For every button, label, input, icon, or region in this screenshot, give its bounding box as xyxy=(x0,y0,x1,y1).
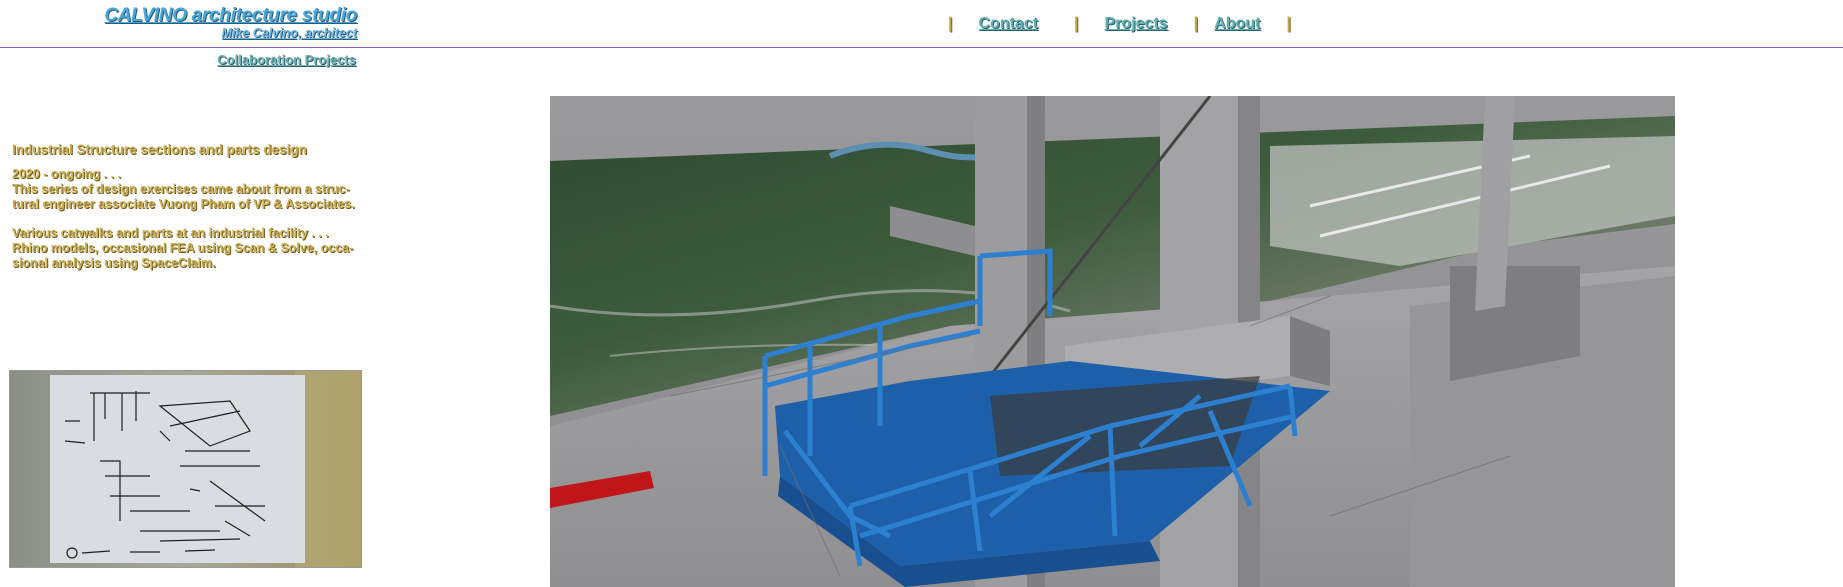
nav-about-link[interactable]: About xyxy=(1214,15,1260,33)
description-line: Various catwalks and parts at an industr… xyxy=(12,226,329,240)
description-line: 2020 - ongoing . . . xyxy=(12,167,122,181)
top-nav: | Contact | Projects | About | xyxy=(948,14,1291,34)
header-divider xyxy=(0,47,1843,48)
description-line: sional analysis using SpaceClaim. xyxy=(12,256,216,270)
nav-contact-link[interactable]: Contact xyxy=(978,15,1038,33)
nav-separator: | xyxy=(948,15,953,32)
nav-separator: | xyxy=(1193,15,1199,32)
description-line: Rhino models, occasional FEA using Scan … xyxy=(12,241,354,255)
nav-separator: | xyxy=(1286,15,1291,32)
architect-name-link[interactable]: Mike Calvino, architect xyxy=(222,26,357,40)
sketch-image[interactable] xyxy=(9,370,362,568)
project-heading: Industrial Structure sections and parts … xyxy=(12,142,307,157)
catwalk-render-image[interactable] xyxy=(550,96,1675,587)
collaboration-projects-link[interactable]: Collaboration Projects xyxy=(217,52,356,67)
project-description: Industrial Structure sections and parts … xyxy=(12,142,357,271)
studio-name-link[interactable]: CALVINO architecture studio xyxy=(104,5,357,27)
description-line: This series of design exercises came abo… xyxy=(12,182,350,196)
description-line: tural engineer associate Vuong Pham of V… xyxy=(12,197,355,211)
nav-separator: | xyxy=(1074,15,1079,32)
nav-projects-link[interactable]: Projects xyxy=(1105,15,1168,33)
